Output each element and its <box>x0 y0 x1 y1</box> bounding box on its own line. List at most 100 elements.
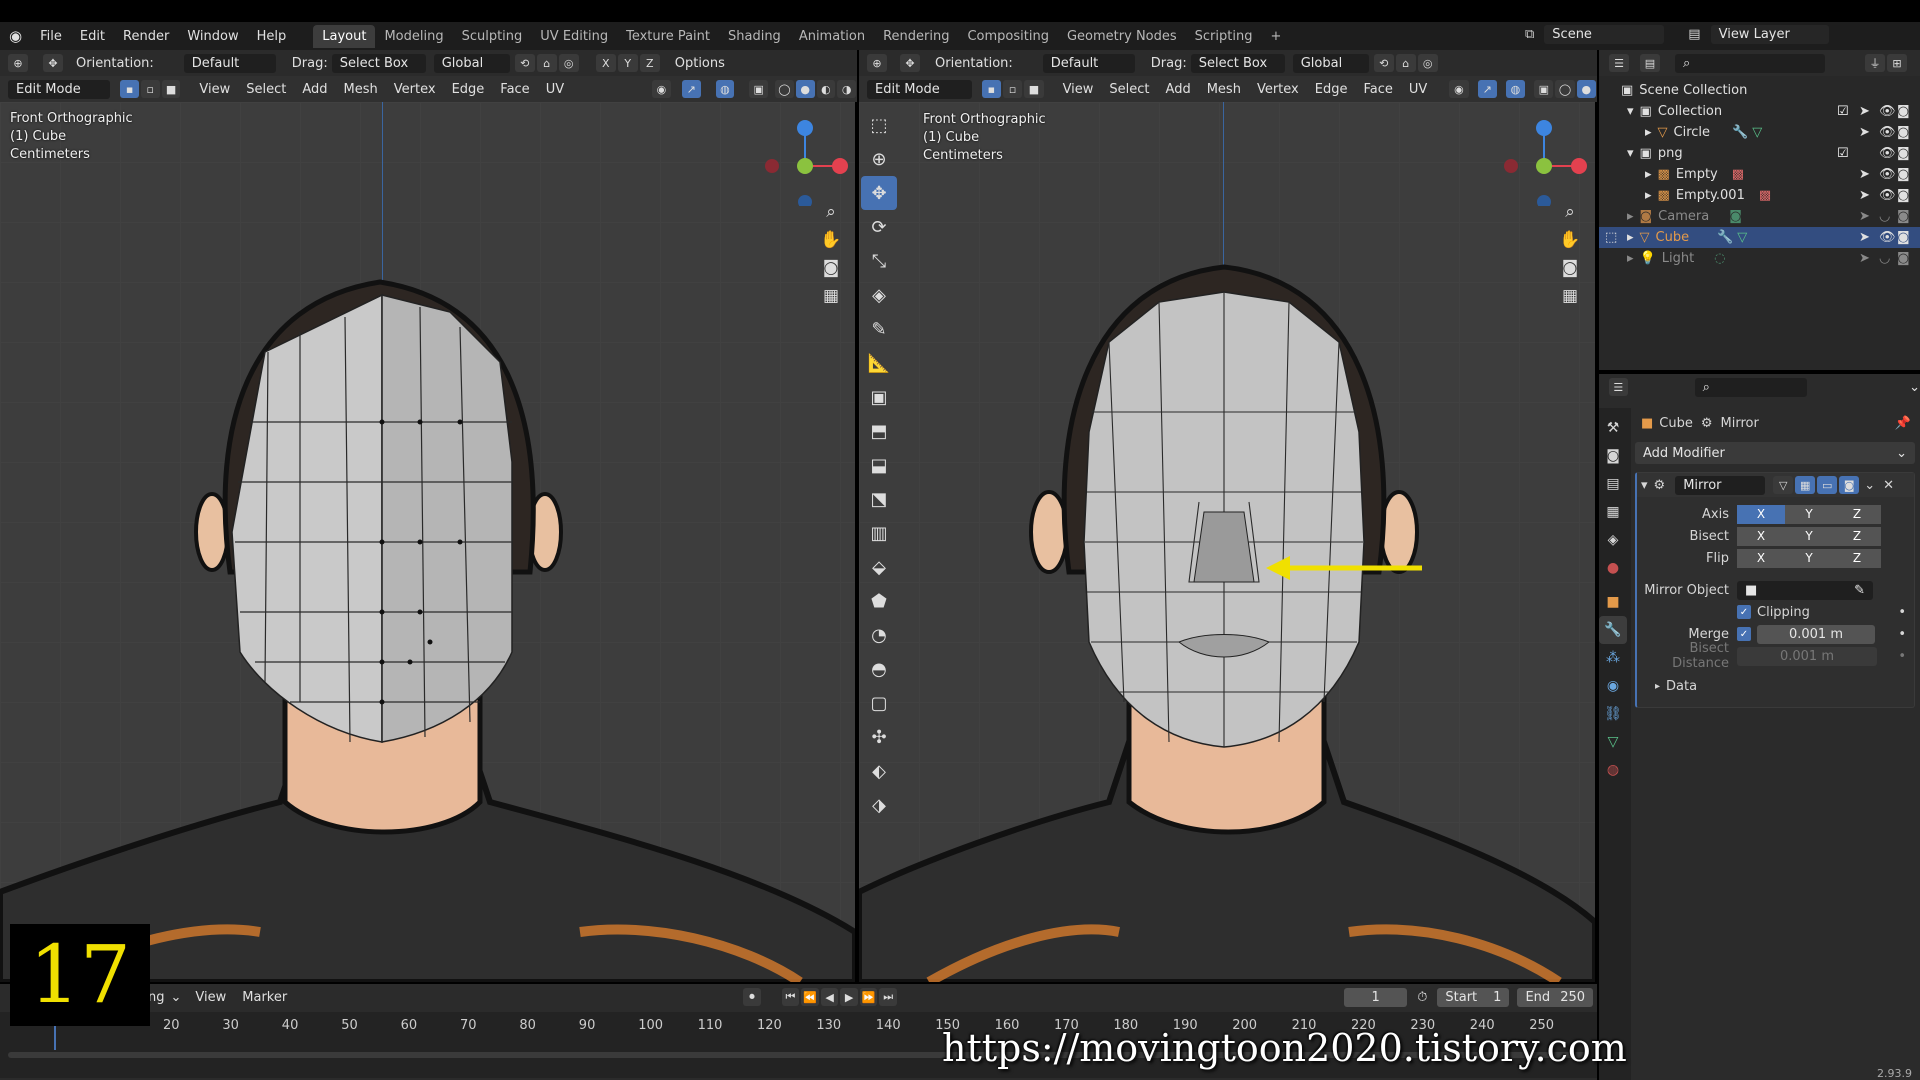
outliner-editor-icon[interactable]: ☰ <box>1609 54 1629 72</box>
viewport-toggle-icon[interactable]: ▭ <box>1817 476 1838 494</box>
menu-uv-right[interactable]: UV <box>1401 82 1435 97</box>
new-collection-icon[interactable]: ⊞ <box>1887 54 1907 72</box>
camera-view-icon[interactable]: ◙ <box>817 254 845 282</box>
pan-hand-icon-right[interactable]: ✋ <box>1556 226 1584 254</box>
select-arrow-icon[interactable]: ➤ <box>1859 125 1870 140</box>
render-camera-icon[interactable]: ◙ <box>1897 104 1910 119</box>
outliner-row-circle[interactable]: ▸ ▽ Circle 🔧 ▽ ➤ 👁 ◙ <box>1599 122 1920 143</box>
outliner-row-png[interactable]: ▾ ▣ png ☑ 👁 ◙ <box>1599 143 1920 164</box>
scene-selector[interactable]: Scene <box>1544 25 1665 44</box>
merge-distance-field[interactable]: 0.001 m <box>1757 624 1875 644</box>
disclosure-icon[interactable]: ▸ <box>1627 251 1634 266</box>
expand-icon[interactable]: ▸ <box>1655 681 1660 692</box>
ortho-grid-icon[interactable]: ▦ <box>817 282 845 310</box>
menu-help[interactable]: Help <box>248 29 296 44</box>
tab-scripting[interactable]: Scripting <box>1186 25 1262 48</box>
eye-icon[interactable]: 👁 <box>1879 104 1896 119</box>
navigation-gizmo[interactable] <box>760 116 850 206</box>
shear-tool-icon[interactable]: ⬖ <box>861 754 897 788</box>
outliner-row-cube[interactable]: ⬚ ▸ ▽ Cube 🔧 ▽ ➤ 👁 ◙ <box>1599 227 1920 248</box>
render-camera-icon[interactable]: ◙ <box>1897 188 1910 203</box>
flip-x-toggle[interactable]: X <box>1737 548 1785 568</box>
add-modifier-dropdown[interactable]: Add Modifier ⌄ <box>1635 442 1915 464</box>
jump-end-icon[interactable]: ⏭ <box>879 988 897 1006</box>
menu-face-right[interactable]: Face <box>1355 82 1400 97</box>
disclosure-icon[interactable]: ▸ <box>1645 188 1652 203</box>
edge-slide-tool-icon[interactable]: ▢ <box>861 686 897 720</box>
right-viewport[interactable]: Front Orthographic (1) Cube Centimeters … <box>859 102 1595 982</box>
pivot-icon-right[interactable]: ⟲ <box>1373 54 1394 72</box>
axis-y-toggle[interactable]: Y <box>1785 504 1833 524</box>
filter-icon[interactable]: ⏚ <box>1865 54 1885 72</box>
eye-icon[interactable]: 👁 <box>1879 167 1896 182</box>
bisect-y-toggle[interactable]: Y <box>1785 526 1833 546</box>
camera-view-icon-right[interactable]: ◙ <box>1556 254 1584 282</box>
data-tab-icon[interactable]: ▽ <box>1599 728 1627 756</box>
extrude-tool-icon[interactable]: ⬒ <box>861 414 897 448</box>
bevel-tool-icon[interactable]: ⬔ <box>861 482 897 516</box>
clipping-checkbox[interactable]: ✓ <box>1737 605 1751 619</box>
particles-tab-icon[interactable]: ⁂ <box>1599 644 1627 672</box>
render-camera-icon[interactable]: ◙ <box>1897 167 1910 182</box>
select-arrow-icon[interactable]: ➤ <box>1859 167 1870 182</box>
view-layer-icon[interactable]: ▤ <box>1688 27 1700 42</box>
knife-tool-icon[interactable]: ⬙ <box>861 550 897 584</box>
render-camera-icon[interactable]: ◙ <box>1897 251 1910 266</box>
overlay-toggle-icon[interactable]: ◍ <box>715 80 735 98</box>
mirror-axis-x[interactable]: X <box>595 54 616 72</box>
menu-select[interactable]: Select <box>238 82 294 97</box>
outliner-row-empty[interactable]: ▸ ▩ Empty ▩ ➤ 👁 ◙ <box>1599 164 1920 185</box>
axis-z-toggle[interactable]: Z <box>1833 504 1881 524</box>
select-arrow-icon[interactable]: ➤ <box>1859 230 1870 245</box>
disclosure-icon[interactable]: ▾ <box>1627 146 1634 161</box>
blender-logo-icon[interactable]: ◉ <box>0 27 31 45</box>
scale-tool-icon[interactable]: ⤡ <box>861 244 897 278</box>
proportional-icon[interactable]: ◎ <box>558 54 579 72</box>
menu-edge-right[interactable]: Edge <box>1307 82 1356 97</box>
disclosure-icon[interactable]: ▸ <box>1627 230 1634 245</box>
pin-icon[interactable]: 📌 <box>1895 416 1911 431</box>
keyframe-dot-icon[interactable]: • <box>1898 627 1906 642</box>
tab-texture-paint[interactable]: Texture Paint <box>617 25 719 48</box>
select-arrow-icon[interactable]: ➤ <box>1859 104 1870 119</box>
stopwatch-icon[interactable]: ⏱ <box>1417 990 1427 1005</box>
inset-tool-icon[interactable]: ⬓ <box>861 448 897 482</box>
world-tab-icon[interactable]: ● <box>1599 554 1627 582</box>
transform-space-dropdown-right[interactable]: Global <box>1292 53 1369 73</box>
collapse-icon[interactable]: ▾ <box>1641 478 1648 493</box>
snap-icon[interactable]: ⌂ <box>536 54 557 72</box>
orientation-dropdown-right[interactable]: Default <box>1042 53 1135 73</box>
add-workspace-button[interactable]: + <box>1261 25 1290 48</box>
prev-keyframe-icon[interactable]: ⏪ <box>801 988 819 1006</box>
render-camera-icon[interactable]: ◙ <box>1897 146 1910 161</box>
view-object-types-icon[interactable]: ◉ <box>652 80 671 98</box>
eye-icon[interactable]: 👁 <box>1879 230 1896 245</box>
properties-editor-icon[interactable]: ☰ <box>1609 378 1628 396</box>
eye-closed-icon[interactable]: ◡ <box>1879 209 1890 224</box>
menu-render[interactable]: Render <box>114 29 178 44</box>
bisect-x-toggle[interactable]: X <box>1737 526 1785 546</box>
face-select-icon[interactable]: ■ <box>161 80 181 98</box>
menu-file[interactable]: File <box>31 29 71 44</box>
drag-dropdown[interactable]: Select Box <box>331 53 426 73</box>
scene-tab-icon[interactable]: ◈ <box>1599 526 1627 554</box>
merge-checkbox[interactable]: ✓ <box>1737 627 1751 641</box>
material-tab-icon[interactable]: ◍ <box>1599 756 1627 784</box>
modifier-tab-icon[interactable]: 🔧 <box>1599 616 1627 644</box>
render-toggle-icon[interactable]: ◙ <box>1839 476 1860 494</box>
transform-space-dropdown[interactable]: Global <box>433 53 510 73</box>
mode-dropdown-right[interactable]: Edit Mode <box>867 79 972 99</box>
view-layer-tab-icon[interactable]: ▦ <box>1599 498 1627 526</box>
rip-tool-icon[interactable]: ⬗ <box>861 788 897 822</box>
mirror-object-field[interactable]: ■ ✎ <box>1737 580 1873 600</box>
scene-icon[interactable]: ⧉ <box>1525 27 1534 42</box>
keyframe-dot-icon[interactable]: • <box>1898 605 1906 620</box>
tab-animation[interactable]: Animation <box>790 25 874 48</box>
edge-select-icon[interactable]: ▫ <box>140 80 160 98</box>
tab-shading[interactable]: Shading <box>719 25 790 48</box>
next-keyframe-icon[interactable]: ⏩ <box>859 988 878 1006</box>
ortho-grid-icon-right[interactable]: ▦ <box>1556 282 1584 310</box>
outliner-row-light[interactable]: ▸ 💡 Light ◌ ➤ ◡ ◙ <box>1599 248 1920 269</box>
editor-type-icon-right[interactable]: ⊕ <box>867 54 887 72</box>
select-arrow-icon[interactable]: ➤ <box>1859 251 1870 266</box>
